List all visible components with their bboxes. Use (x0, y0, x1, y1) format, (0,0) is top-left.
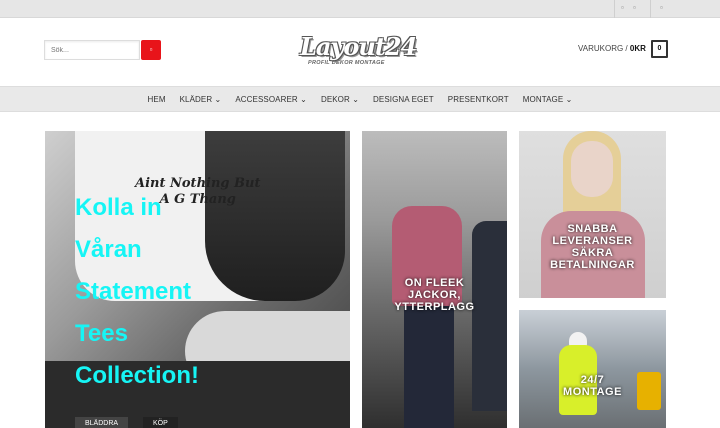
nav-item-montage[interactable]: MONTAGE ⌄ (523, 95, 573, 104)
user-icon[interactable]: ▫ (660, 3, 663, 12)
nav-item-klader[interactable]: KLÄDER ⌄ (180, 95, 222, 104)
buy-button[interactable]: KÖP (143, 417, 178, 428)
cart-link[interactable]: VARUKORG / 0KR (578, 44, 646, 53)
search-button[interactable]: ▫ (141, 40, 161, 60)
delivery-caption: SNABBA LEVERANSER SÄKRA BETALNINGAR (550, 223, 635, 271)
site-header: ▫ Layout24 PROFIL DEKOR MONTAGE VARUKORG… (0, 18, 720, 86)
browse-button[interactable]: BLÄDDRA (75, 417, 129, 428)
jackets-tile[interactable]: ON FLEEK JACKOR, YTTERPLAGG (362, 131, 507, 428)
social-icon[interactable]: ▫ (633, 3, 636, 12)
divider (614, 0, 615, 18)
person-image (472, 221, 507, 411)
nav-item-designa-eget[interactable]: DESIGNA EGET (373, 95, 434, 104)
face-image (571, 141, 613, 197)
site-logo[interactable]: Layout24 PROFIL DEKOR MONTAGE (300, 32, 417, 72)
montage-tile[interactable]: 24/7 MONTAGE (519, 310, 666, 428)
nav-item-presentkort[interactable]: PRESENTKORT (448, 95, 509, 104)
social-icon[interactable]: ▫ (621, 3, 624, 12)
top-bar: ▫ ▫ ▫ (0, 0, 720, 18)
cart-amount: 0KR (629, 44, 646, 53)
jackets-caption: ON FLEEK JACKOR, YTTERPLAGG (394, 277, 475, 313)
hero-headline: Kolla in Våran Statement Tees Collection… (75, 194, 199, 389)
logo-text: Layout24 (300, 32, 417, 61)
nav-item-dekor[interactable]: DEKOR ⌄ (321, 95, 359, 104)
logo-tagline: PROFIL DEKOR MONTAGE (308, 60, 385, 66)
jeans-image (404, 306, 454, 428)
main-nav: HEM KLÄDER ⌄ ACCESSOARER ⌄ DEKOR ⌄ DESIG… (0, 86, 720, 112)
divider (650, 0, 651, 18)
cart-count-badge[interactable]: 0 (651, 40, 668, 58)
search-icon: ▫ (149, 45, 153, 54)
hero-banner[interactable]: Aint Nothing But A G Thang Kolla in Våra… (45, 131, 350, 428)
nav-item-hem[interactable]: HEM (148, 95, 166, 104)
delivery-tile[interactable]: SNABBA LEVERANSER SÄKRA BETALNINGAR (519, 131, 666, 298)
cart-label: VARUKORG / (578, 44, 628, 53)
search-input[interactable] (44, 40, 140, 60)
hair-image (205, 131, 345, 301)
nav-item-accessoarer[interactable]: ACCESSOARER ⌄ (235, 95, 307, 104)
montage-caption: 24/7 MONTAGE (563, 374, 622, 398)
